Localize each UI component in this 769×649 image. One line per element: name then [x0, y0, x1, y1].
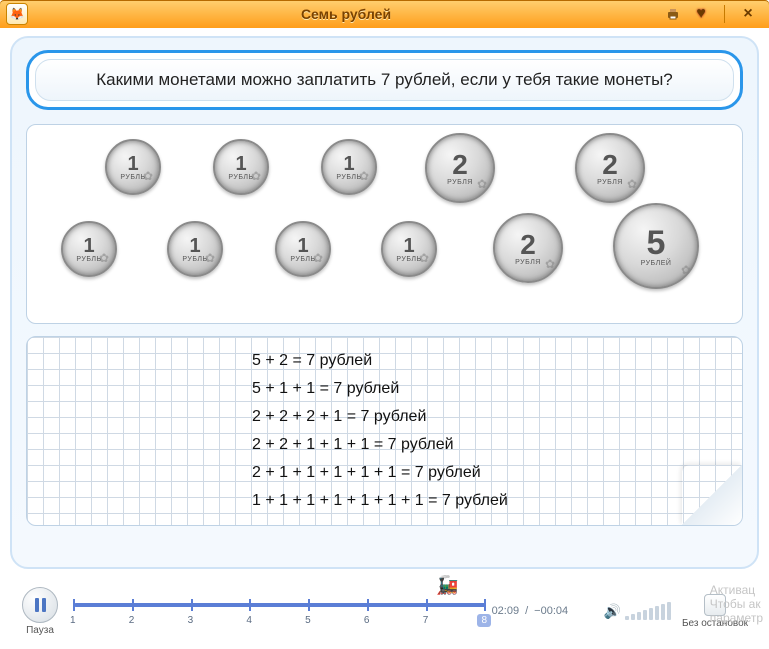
titlebar-controls: ♥ × [664, 5, 769, 23]
pause-button[interactable] [22, 587, 58, 623]
page-curl-icon [682, 465, 742, 525]
time-elapsed: 02:09 [492, 605, 520, 617]
coin-sublabel: РУБЛЯ [447, 179, 473, 186]
timeline-mark-label: 7 [423, 615, 429, 626]
coin-value: 2 [452, 151, 468, 179]
coin-value: 1 [127, 154, 138, 174]
timeline-mark-label: 4 [246, 615, 252, 626]
timeline-mark-label: 6 [364, 615, 370, 626]
coin-sublabel: РУБЛЬ [396, 256, 421, 263]
coin-1[interactable]: 1РУБЛЬ [167, 221, 223, 277]
pause-column: Пауза [10, 587, 70, 636]
playback-controls: Пауза 12345678 🚂 02:09 / −00:04 🔊 Без ос… [10, 579, 759, 643]
coin-sublabel: РУБЛЬ [290, 256, 315, 263]
question-frame: Какими монетами можно заплатить 7 рублей… [26, 50, 743, 110]
timeline-mark-label: 2 [129, 615, 135, 626]
answer-line: 5 + 1 + 1 = 7 рублей [252, 375, 508, 403]
coin-2[interactable]: 2РУБЛЯ [493, 213, 563, 283]
coin-sublabel: РУБЛЬ [336, 174, 361, 181]
main-stage: Какими монетами можно заплатить 7 рублей… [10, 36, 759, 569]
coin-value: 1 [189, 236, 200, 256]
coin-1[interactable]: 1РУБЛЬ [105, 139, 161, 195]
time-and-volume: 02:09 / −00:04 [492, 605, 602, 617]
answers-list: 5 + 2 = 7 рублей5 + 1 + 1 = 7 рублей2 + … [252, 347, 508, 515]
time-divider: / [525, 605, 528, 617]
coin-1[interactable]: 1РУБЛЬ [275, 221, 331, 277]
coin-sublabel: РУБЛЬ [228, 174, 253, 181]
coin-2[interactable]: 2РУБЛЯ [425, 133, 495, 203]
volume-icon[interactable]: 🔊 [604, 603, 621, 620]
coin-value: 1 [83, 236, 94, 256]
app-logo: 🦊 [6, 3, 28, 25]
title-bar: 🦊 Семь рублей ♥ × [0, 0, 769, 28]
answer-line: 1 + 1 + 1 + 1 + 1 + 1 + 1 = 7 рублей [252, 487, 508, 515]
coin-value: 1 [235, 154, 246, 174]
question-text: Какими монетами можно заплатить 7 рублей… [35, 59, 734, 101]
timeline-mark-label: 3 [188, 615, 194, 626]
stops-column: Без остановок [671, 594, 759, 629]
coin-1[interactable]: 1РУБЛЬ [61, 221, 117, 277]
answer-line: 2 + 2 + 1 + 1 + 1 = 7 рублей [252, 431, 508, 459]
timeline[interactable]: 12345678 🚂 [74, 591, 486, 631]
titlebar-divider [724, 5, 725, 23]
answer-line: 2 + 2 + 2 + 1 = 7 рублей [252, 403, 508, 431]
answer-line: 5 + 2 = 7 рублей [252, 347, 508, 375]
pause-label: Пауза [10, 625, 70, 636]
favorite-icon[interactable]: ♥ [692, 5, 710, 23]
train-icon: 🚂 [436, 575, 458, 596]
coin-1[interactable]: 1РУБЛЬ [321, 139, 377, 195]
coin-sublabel: РУБЛЬ [76, 256, 101, 263]
coin-sublabel: РУБЛЯ [597, 179, 623, 186]
coins-panel: 1РУБЛЬ1РУБЛЬ1РУБЛЬ2РУБЛЯ2РУБЛЯ1РУБЛЬ1РУБ… [26, 124, 743, 324]
coin-value: 2 [602, 151, 618, 179]
coin-sublabel: РУБЛЬ [120, 174, 145, 181]
answers-panel: 5 + 2 = 7 рублей5 + 1 + 1 = 7 рублей2 + … [26, 336, 743, 526]
coin-value: 5 [647, 226, 666, 260]
answer-line: 2 + 1 + 1 + 1 + 1 + 1 = 7 рублей [252, 459, 508, 487]
timeline-mark-label: 5 [305, 615, 311, 626]
coin-sublabel: РУБЛЬ [182, 256, 207, 263]
coin-1[interactable]: 1РУБЛЬ [381, 221, 437, 277]
stops-label: Без остановок [671, 618, 759, 629]
coin-5[interactable]: 5РУБЛЕЙ [613, 203, 699, 289]
stops-button[interactable] [704, 594, 726, 616]
timeline-mark-label: 1 [70, 615, 76, 626]
coin-sublabel: РУБЛЕЙ [641, 260, 672, 267]
window-title: Семь рублей [28, 6, 664, 22]
coin-value: 2 [520, 231, 536, 259]
timeline-mark-label: 8 [477, 614, 491, 627]
print-icon[interactable] [664, 5, 682, 23]
time-remaining: −00:04 [534, 605, 568, 617]
coin-value: 1 [297, 236, 308, 256]
coin-value: 1 [343, 154, 354, 174]
coin-value: 1 [403, 236, 414, 256]
coin-sublabel: РУБЛЯ [515, 259, 541, 266]
volume-bars[interactable] [625, 602, 671, 620]
coin-2[interactable]: 2РУБЛЯ [575, 133, 645, 203]
close-icon[interactable]: × [739, 5, 757, 23]
timeline-ticks: 12345678 [74, 599, 486, 611]
coin-1[interactable]: 1РУБЛЬ [213, 139, 269, 195]
